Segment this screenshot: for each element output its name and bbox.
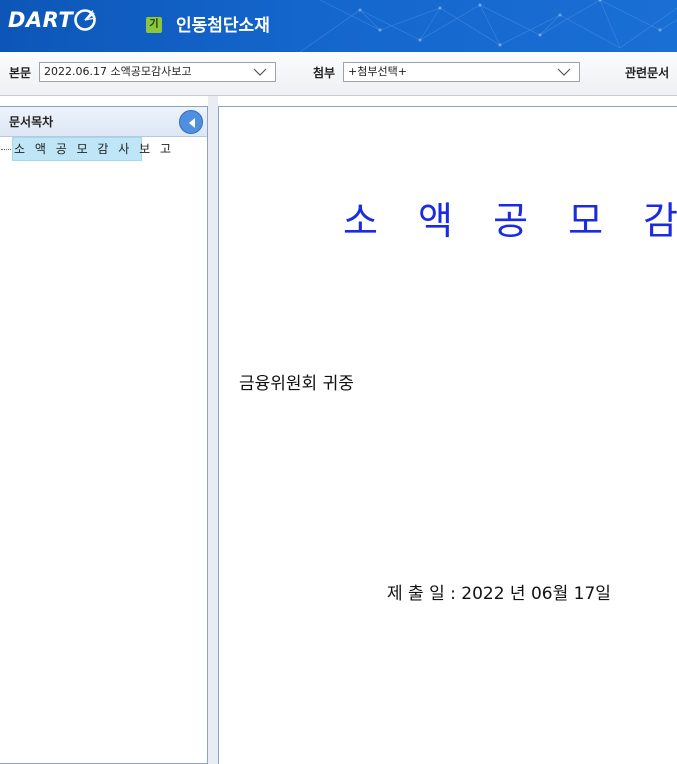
document-title: 소 액 공 모 감 사 보 (343, 199, 677, 243)
toc-item-audit-report[interactable]: 소 액 공 모 감 사 보 고 (12, 137, 171, 161)
tree-connector-line (1, 149, 11, 150)
chevron-down-icon (557, 68, 571, 76)
main-doc-select[interactable]: 2022.06.17 소액공모감사보고 (39, 62, 276, 82)
corp-type-badge: 기 (146, 17, 162, 33)
logo-text: DART (8, 8, 74, 32)
document-selector-bar: 본문 2022.06.17 소액공모감사보고 첨부 +첨부선택+ 관련문서 (0, 52, 677, 96)
table-of-contents-panel: 문서목차 소 액 공 모 감 사 보 고 (0, 106, 208, 764)
main-doc-select-value: 2022.06.17 소액공모감사보고 (44, 65, 192, 78)
toc-collapse-button[interactable] (179, 110, 203, 134)
attachment-select-value: +첨부선택+ (348, 65, 407, 78)
app-header: DART 기 인동첨단소재 (0, 0, 677, 52)
attachment-label: 첨부 (313, 66, 336, 80)
chevron-down-icon (253, 68, 267, 76)
toc-header: 문서목차 (0, 107, 207, 137)
related-docs-label[interactable]: 관련문서 (625, 65, 669, 81)
dart-logo-mark-icon (74, 9, 97, 31)
attachment-select[interactable]: +첨부선택+ (343, 62, 580, 82)
company-name: 인동첨단소재 (176, 16, 270, 36)
submission-date: 제 출 일 : 2022 년 06월 17일 (387, 584, 611, 604)
toc-title: 문서목차 (9, 115, 54, 129)
arrow-left-icon (189, 118, 195, 128)
header-network-decoration (299, 0, 677, 52)
document-viewer: 소 액 공 모 감 사 보 금융위원회 귀중 제 출 일 : 2022 년 06… (218, 106, 677, 764)
panel-divider[interactable] (208, 96, 218, 764)
dart-logo[interactable]: DART (8, 7, 97, 33)
document-recipient: 금융위원회 귀중 (239, 374, 354, 394)
main-doc-label: 본문 (9, 66, 32, 80)
